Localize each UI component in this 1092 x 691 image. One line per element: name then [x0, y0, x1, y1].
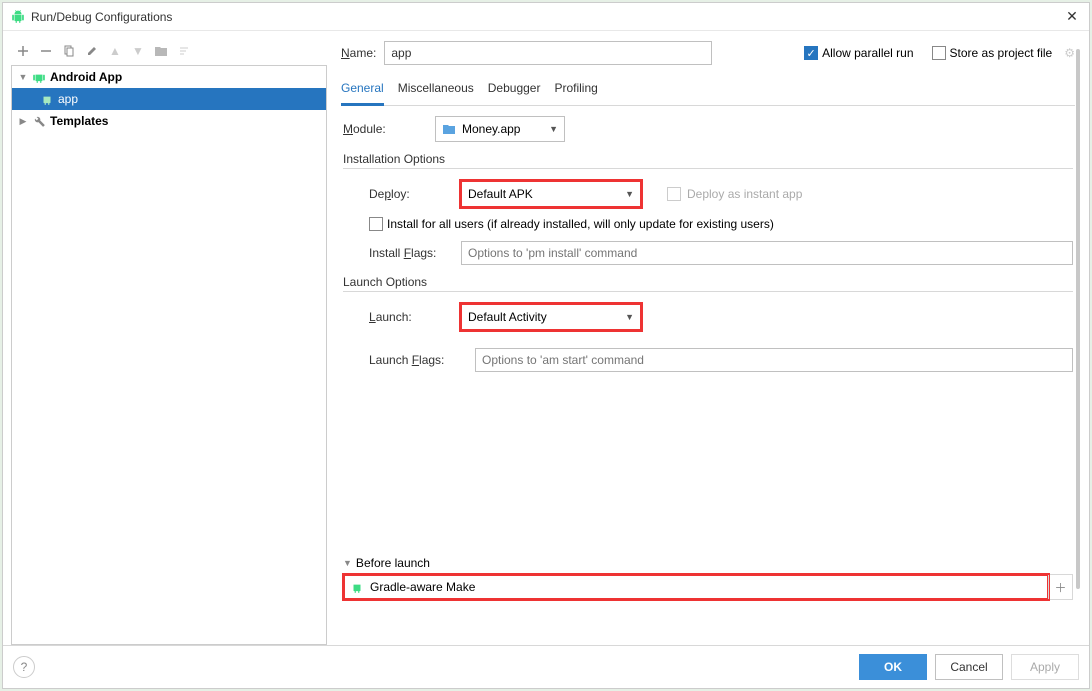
- add-config-button[interactable]: [15, 43, 31, 59]
- folder-button[interactable]: [153, 43, 169, 59]
- gear-icon[interactable]: ⚙: [1064, 46, 1075, 60]
- launch-select[interactable]: Default Activity ▼: [461, 304, 641, 330]
- launch-flags-input[interactable]: [475, 348, 1073, 372]
- edit-defaults-button[interactable]: [84, 43, 100, 59]
- deploy-instant-checkbox: Deploy as instant app: [667, 187, 802, 201]
- tab-profiling[interactable]: Profiling: [554, 75, 597, 105]
- wrench-icon: [32, 114, 46, 128]
- scrollbar-thumb[interactable]: [1076, 49, 1080, 589]
- tab-miscellaneous[interactable]: Miscellaneous: [398, 75, 474, 105]
- checkbox-icon: ✓: [804, 46, 818, 60]
- module-label: Module:: [343, 122, 425, 136]
- tabs: General Miscellaneous Debugger Profiling: [341, 73, 1075, 106]
- module-select[interactable]: Money.app ▼: [435, 116, 565, 142]
- dialog-footer: ? OK Cancel Apply: [3, 645, 1089, 688]
- tab-debugger[interactable]: Debugger: [488, 75, 541, 105]
- before-launch-item-label: Gradle-aware Make: [370, 580, 475, 594]
- install-flags-label: Install Flags:: [369, 246, 451, 260]
- deploy-select[interactable]: Default APK ▼: [461, 181, 641, 207]
- tree-label: app: [58, 92, 326, 106]
- deploy-label: Deploy:: [369, 187, 451, 201]
- copy-config-button[interactable]: [61, 43, 77, 59]
- android-icon: [11, 10, 25, 24]
- launch-label: Launch:: [369, 310, 451, 324]
- name-row: Name: ✓ Allow parallel run Store as proj…: [341, 41, 1075, 65]
- checkbox-icon: [667, 187, 681, 201]
- sort-button[interactable]: [176, 43, 192, 59]
- store-project-label: Store as project file: [950, 46, 1053, 60]
- checkbox-icon: [932, 46, 946, 60]
- tree-node-android-app[interactable]: ▼ Android App: [12, 66, 326, 88]
- install-all-label: Install for all users (if already instal…: [387, 217, 774, 231]
- install-all-users-checkbox[interactable]: Install for all users (if already instal…: [369, 217, 774, 231]
- android-icon: [350, 580, 364, 594]
- tree-node-app[interactable]: app: [12, 88, 326, 110]
- before-launch-label: Before launch: [356, 556, 430, 570]
- left-panel: ▲ ▼ ▼ Android App app ▶ Templat: [11, 41, 327, 645]
- module-value: Money.app: [462, 122, 520, 136]
- dialog-body: ▲ ▼ ▼ Android App app ▶ Templat: [3, 31, 1089, 645]
- allow-parallel-checkbox[interactable]: ✓ Allow parallel run: [804, 46, 913, 60]
- cancel-button[interactable]: Cancel: [935, 654, 1003, 680]
- config-tree[interactable]: ▼ Android App app ▶ Templates: [11, 65, 327, 645]
- dialog-title: Run/Debug Configurations: [31, 10, 1063, 24]
- install-options-title: Installation Options: [343, 152, 1073, 166]
- titlebar: Run/Debug Configurations ✕: [3, 3, 1089, 31]
- chevron-down-icon: ▼: [625, 312, 634, 322]
- general-tab-panel: Module: Money.app ▼ Installation Options…: [341, 106, 1075, 645]
- tree-node-templates[interactable]: ▶ Templates: [12, 110, 326, 132]
- move-down-button[interactable]: ▼: [130, 43, 146, 59]
- expand-icon: ▼: [16, 72, 30, 82]
- collapse-icon[interactable]: ▼: [343, 558, 352, 568]
- ok-button[interactable]: OK: [859, 654, 927, 680]
- allow-parallel-label: Allow parallel run: [822, 46, 913, 60]
- apply-button[interactable]: Apply: [1011, 654, 1079, 680]
- tree-label: Templates: [50, 114, 326, 128]
- tree-label: Android App: [50, 70, 326, 84]
- chevron-down-icon: ▼: [625, 189, 634, 199]
- before-launch-add-button[interactable]: ＋: [1048, 575, 1072, 599]
- divider: [343, 168, 1073, 169]
- launch-flags-label: Launch Flags:: [369, 353, 465, 367]
- checkbox-icon: [369, 217, 383, 231]
- android-icon: [40, 92, 54, 106]
- install-flags-input[interactable]: [461, 241, 1073, 265]
- scrollbar[interactable]: [1075, 41, 1081, 601]
- expand-icon: ▶: [16, 116, 30, 127]
- launch-options-title: Launch Options: [343, 275, 1073, 289]
- remove-config-button[interactable]: [38, 43, 54, 59]
- move-up-button[interactable]: ▲: [107, 43, 123, 59]
- config-toolbar: ▲ ▼: [11, 41, 327, 65]
- chevron-down-icon: ▼: [549, 124, 558, 134]
- close-button[interactable]: ✕: [1063, 8, 1081, 26]
- android-icon: [32, 70, 46, 84]
- deploy-value: Default APK: [468, 187, 533, 201]
- store-as-project-checkbox[interactable]: Store as project file: [932, 46, 1053, 60]
- before-launch-item[interactable]: Gradle-aware Make: [344, 575, 1048, 599]
- launch-value: Default Activity: [468, 310, 547, 324]
- name-input[interactable]: [384, 41, 712, 65]
- folder-icon: [442, 123, 456, 135]
- tab-general[interactable]: General: [341, 75, 384, 106]
- before-launch-list: Gradle-aware Make ＋: [343, 574, 1073, 600]
- deploy-instant-label: Deploy as instant app: [687, 187, 802, 201]
- divider: [343, 291, 1073, 292]
- name-label: Name:: [341, 46, 376, 60]
- right-panel: Name: ✓ Allow parallel run Store as proj…: [335, 41, 1081, 645]
- help-button[interactable]: ?: [13, 656, 35, 678]
- before-launch-section: ▼ Before launch Gradle-aware Make ＋: [343, 556, 1073, 600]
- run-debug-config-dialog: Run/Debug Configurations ✕ ▲ ▼ ▼ Android…: [2, 2, 1090, 689]
